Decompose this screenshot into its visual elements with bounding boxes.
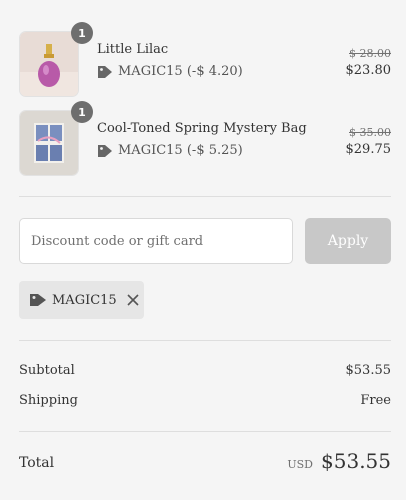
subtotal-value: $53.55	[345, 363, 392, 378]
discount-amount: (-$ 5.25)	[186, 143, 243, 158]
discount-code-input[interactable]	[19, 218, 293, 264]
discount-tag-icon	[29, 292, 47, 308]
total-amount: USD $53.55	[287, 449, 391, 473]
divider	[19, 196, 391, 197]
item-price: $23.80	[345, 63, 392, 78]
applied-discount-tag: MAGIC15	[19, 281, 144, 319]
line-item: 1 Little Lilac MAGIC15 (-$ 4.20) $ 28.00…	[19, 22, 392, 97]
total-value: $53.55	[321, 449, 391, 473]
apply-button[interactable]: Apply	[305, 218, 391, 264]
discount-tag-icon	[98, 144, 112, 157]
item-name: Little Lilac	[97, 42, 169, 57]
currency-code: USD	[287, 458, 314, 471]
discount-tag-icon	[98, 65, 112, 78]
original-price: $ 35.00	[349, 126, 391, 139]
product-image-little-lilac	[19, 31, 79, 97]
item-price: $29.75	[345, 142, 392, 157]
line-item: 1 Cool-Toned Spring Mystery Bag MAGIC15 …	[19, 101, 392, 176]
shipping-label: Shipping	[19, 393, 78, 408]
product-image-mystery-bag	[19, 110, 79, 176]
discount-amount: (-$ 4.20)	[186, 64, 243, 79]
original-price: $ 28.00	[349, 47, 391, 60]
quantity-badge: 1	[71, 101, 93, 123]
shipping-row: Shipping Free	[19, 393, 391, 408]
divider	[19, 340, 391, 341]
subtotal-label: Subtotal	[19, 363, 75, 378]
subtotal-row: Subtotal $53.55	[19, 363, 391, 378]
applied-code: MAGIC15	[52, 292, 117, 308]
divider	[19, 431, 391, 432]
remove-discount-icon[interactable]	[127, 294, 139, 306]
discount-code: MAGIC15	[118, 143, 183, 158]
discount-code: MAGIC15	[118, 64, 183, 79]
total-label: Total	[19, 455, 55, 471]
item-discount: MAGIC15 (-$ 5.25)	[97, 143, 243, 158]
shipping-value: Free	[360, 393, 391, 408]
quantity-badge: 1	[71, 22, 93, 44]
item-name: Cool-Toned Spring Mystery Bag	[97, 121, 307, 136]
item-discount: MAGIC15 (-$ 4.20)	[97, 64, 243, 79]
